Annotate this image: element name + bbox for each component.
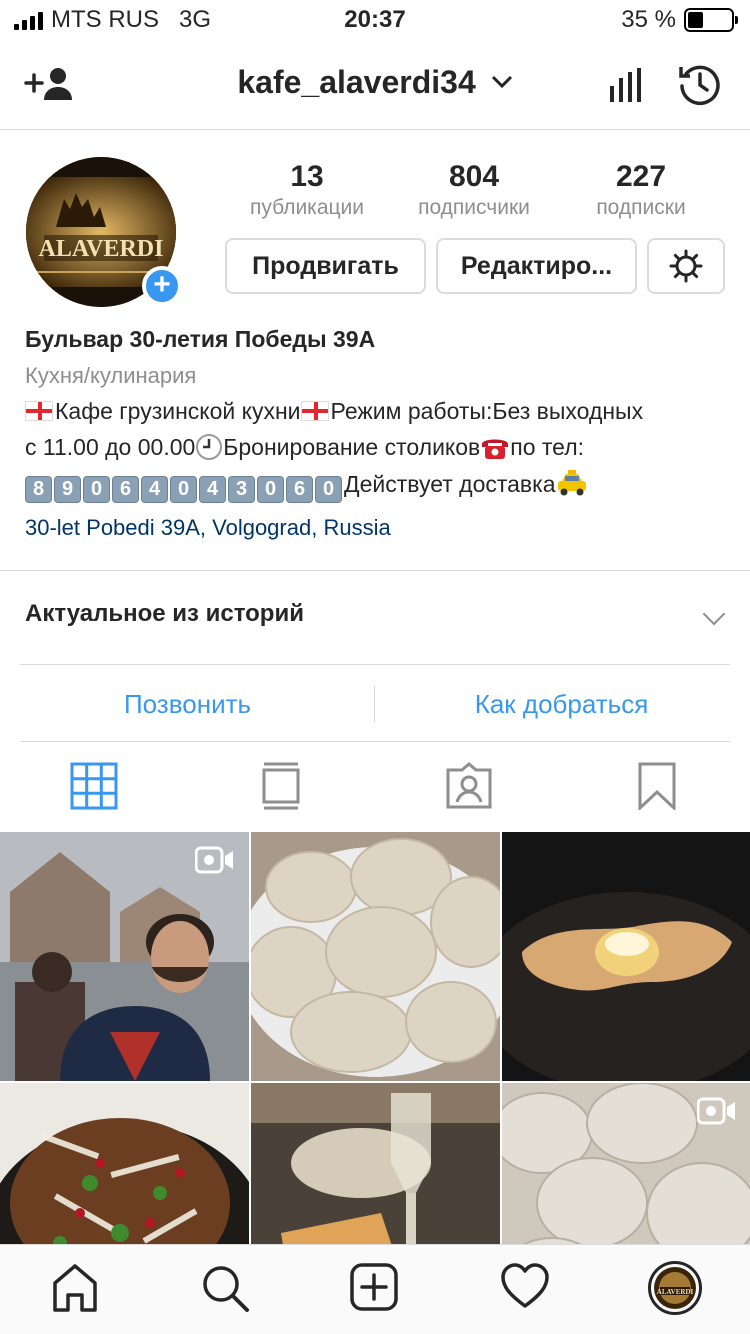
- logo-lettering: ALAVERDI: [657, 1288, 694, 1296]
- bottom-navigation: ALAVERDI: [0, 1244, 750, 1334]
- phone-digit: 0: [170, 476, 197, 503]
- post-thumbnail[interactable]: [0, 1083, 249, 1244]
- tagged-icon[interactable]: [445, 762, 493, 810]
- phone-digit: 9: [54, 476, 81, 503]
- phone-digit: 0: [257, 476, 284, 503]
- gear-icon: [669, 249, 703, 283]
- posts-grid: [0, 832, 750, 1244]
- logo-image: ALAVERDI: [654, 1267, 696, 1309]
- bio-text-phone-label: по тел:: [510, 434, 585, 460]
- bio-text-booking: Бронирование столиков: [223, 434, 481, 460]
- post-thumbnail[interactable]: [502, 832, 750, 1081]
- battery-icon: [684, 8, 738, 32]
- logo-lettering: ALAVERDI: [39, 236, 164, 262]
- video-icon: [195, 846, 233, 874]
- georgia-flag-icon: [300, 401, 329, 421]
- phone-digit: 8: [25, 476, 52, 503]
- stat-posts[interactable]: 13 публикации: [222, 160, 392, 220]
- home-icon[interactable]: [52, 1263, 98, 1313]
- bio-category: Кухня/кулинария: [25, 363, 197, 388]
- phone-digit: 0: [83, 476, 110, 503]
- post-image: [0, 1083, 249, 1244]
- video-icon: [697, 1097, 735, 1125]
- stat-followers[interactable]: 804 подписчики: [389, 160, 559, 220]
- divider: [0, 570, 750, 571]
- profile-tabs: [0, 744, 750, 832]
- bio-name: Бульвар 30-летия Победы 39А: [25, 326, 376, 352]
- phone-number-digits[interactable]: 89064043060: [25, 471, 344, 503]
- telephone-icon: [482, 439, 509, 459]
- post-thumbnail[interactable]: [502, 1083, 750, 1244]
- address-link[interactable]: 30-let Pobedi 39A, Volgograd, Russia: [25, 515, 735, 541]
- directions-button[interactable]: Как добраться: [384, 665, 739, 743]
- clock-icon: [196, 434, 223, 460]
- phone-digit: 6: [286, 476, 313, 503]
- stat-posts-label: публикации: [250, 196, 364, 219]
- bio-text-time: с 11.00 до 00.00: [25, 434, 196, 460]
- phone-digit: 0: [315, 476, 342, 503]
- activity-heart-icon[interactable]: [500, 1263, 550, 1309]
- archive-clock-icon[interactable]: [678, 62, 722, 106]
- saved-icon[interactable]: [636, 762, 678, 810]
- stat-following[interactable]: 227 подписки: [556, 160, 726, 220]
- post-thumbnail[interactable]: [251, 1083, 500, 1244]
- phone-digit: 3: [228, 476, 255, 503]
- post-image: [502, 832, 750, 1081]
- stat-followers-label: подписчики: [418, 196, 530, 219]
- post-image: [251, 1083, 500, 1244]
- contact-actions: Позвонить Как добраться: [20, 664, 730, 742]
- phone-digit: 6: [112, 476, 139, 503]
- edit-profile-button[interactable]: Редактиро...: [436, 238, 637, 294]
- add-story-button[interactable]: +: [142, 266, 182, 306]
- chevron-down-icon[interactable]: [702, 602, 726, 626]
- search-icon[interactable]: [200, 1263, 250, 1313]
- stat-following-label: подписки: [596, 196, 686, 219]
- phone-digit: 4: [141, 476, 168, 503]
- call-button[interactable]: Позвонить: [10, 665, 365, 743]
- story-highlights-title[interactable]: Актуальное из историй: [25, 600, 304, 628]
- stat-following-count: 227: [615, 160, 667, 193]
- bio-text-hours: Режим работы:Без выходных: [330, 398, 644, 424]
- insights-icon[interactable]: [608, 68, 644, 102]
- taxi-icon: [557, 470, 586, 496]
- bio-line-2: с 11.00 до 00.00 Бронирование столиков по …: [25, 433, 735, 461]
- bio-line-3: 8 9 0 6 4 0 4 3 0 6 0 Действует доставка: [25, 469, 735, 503]
- georgia-flag-icon: [25, 401, 53, 421]
- post-thumbnail[interactable]: [0, 832, 249, 1081]
- new-post-icon[interactable]: [350, 1263, 398, 1311]
- bio-text-cuisine: Кафе грузинской кухни: [55, 398, 301, 424]
- battery-percent: 35 %: [621, 6, 676, 33]
- settings-button[interactable]: [647, 238, 725, 294]
- status-bar: MTS RUS 3G 20:37 35 %: [0, 0, 750, 42]
- username: kafe_alaverdi34: [237, 64, 476, 100]
- profile-header-bar: kafe_alaverdi34: [0, 42, 750, 130]
- post-thumbnail[interactable]: [251, 832, 500, 1081]
- promote-button[interactable]: Продвигать: [225, 238, 426, 294]
- phone-digit: 4: [199, 476, 226, 503]
- grid-icon[interactable]: [70, 762, 118, 810]
- bio: Бульвар 30-летия Победы 39А Кухня/кулина…: [25, 326, 735, 541]
- post-image: [251, 832, 500, 1081]
- bio-line-1: Кафе грузинской кухни Режим работы:Без вы…: [25, 397, 735, 425]
- profile-avatar[interactable]: ALAVERDI: [648, 1261, 702, 1315]
- chevron-down-icon: [491, 75, 512, 89]
- bio-text-delivery: Действует доставка: [344, 471, 556, 497]
- divider: [374, 685, 375, 723]
- stat-followers-count: 804: [448, 160, 500, 193]
- feed-icon[interactable]: [260, 762, 302, 810]
- stat-posts-count: 13: [290, 160, 324, 193]
